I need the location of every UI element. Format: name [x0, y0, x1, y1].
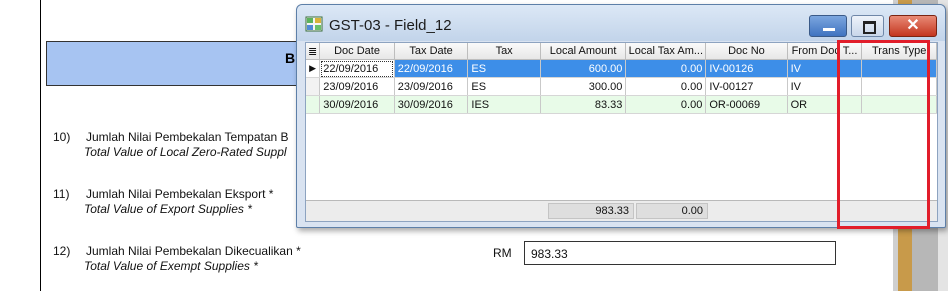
cell-trans-type[interactable]: [861, 59, 937, 78]
transaction-grid[interactable]: ≣ Doc Date Tax Date Tax Local Amount Loc…: [305, 42, 938, 222]
cell-local-tax[interactable]: 0.00: [625, 95, 707, 114]
window-title: GST-03 - Field_12: [329, 17, 452, 34]
table-row[interactable]: 23/09/2016 23/09/2016 ES 300.00 0.00 IV-…: [306, 77, 937, 96]
rm-currency-label: RM: [493, 246, 512, 260]
column-header-local-tax[interactable]: Local Tax Am...: [625, 43, 707, 60]
cell-doc-no[interactable]: IV-00126: [705, 59, 788, 78]
column-header-tax[interactable]: Tax: [467, 43, 541, 60]
cell-tax-date[interactable]: 23/09/2016: [394, 77, 469, 96]
cell-local-amount[interactable]: 300.00: [540, 77, 627, 96]
column-header-from-doc[interactable]: From Doc T...: [787, 43, 863, 60]
question-number: 12): [53, 244, 71, 258]
maximize-icon: [863, 21, 876, 34]
total-local-amount: 983.33: [548, 203, 634, 219]
cell-from-doc[interactable]: OR: [787, 95, 863, 114]
maximize-button[interactable]: [851, 15, 884, 37]
minimize-button[interactable]: [809, 15, 847, 37]
column-header-local-amount[interactable]: Local Amount: [540, 43, 627, 60]
question-malay: Jumlah Nilai Pembekalan Eksport *: [86, 187, 274, 201]
cell-from-doc[interactable]: IV: [787, 59, 863, 78]
cell-tax[interactable]: ES: [467, 77, 541, 96]
row-indicator-icon: [306, 77, 321, 96]
cell-local-amount[interactable]: 600.00: [540, 59, 627, 78]
cell-doc-date[interactable]: 30/09/2016: [319, 95, 395, 114]
row-indicator-icon: [306, 95, 321, 114]
column-header-doc-no[interactable]: Doc No: [705, 43, 788, 60]
cell-from-doc[interactable]: IV: [787, 77, 863, 96]
close-button[interactable]: ✕: [889, 15, 937, 37]
question-english: Total Value of Export Supplies *: [84, 202, 252, 216]
cell-doc-no[interactable]: OR-00069: [705, 95, 788, 114]
column-header-trans-type[interactable]: Trans Type: [861, 43, 937, 60]
row-indicator-icon: ▶: [306, 59, 321, 78]
form-margin-line: [40, 0, 41, 291]
question-number: 11): [53, 187, 70, 201]
cell-local-tax[interactable]: 0.00: [625, 59, 707, 78]
totals-footer: 983.33 0.00: [306, 200, 937, 221]
total-local-tax: 0.00: [636, 203, 708, 219]
cell-doc-no[interactable]: IV-00127: [705, 77, 788, 96]
data-table: ≣ Doc Date Tax Date Tax Local Amount Loc…: [306, 43, 937, 114]
cell-local-tax[interactable]: 0.00: [625, 77, 707, 96]
column-header-doc-date[interactable]: Doc Date: [319, 43, 395, 60]
cell-tax[interactable]: ES: [467, 59, 541, 78]
question-english: Total Value of Exempt Supplies *: [84, 259, 258, 273]
close-icon: ✕: [906, 17, 920, 34]
question-malay: Jumlah Nilai Pembekalan Dikecualikan *: [86, 244, 301, 258]
table-row[interactable]: 30/09/2016 30/09/2016 IES 83.33 0.00 OR-…: [306, 95, 937, 114]
cell-tax-date[interactable]: 30/09/2016: [394, 95, 469, 114]
header-row: ≣ Doc Date Tax Date Tax Local Amount Loc…: [306, 43, 937, 60]
cell-tax-date[interactable]: 22/09/2016: [394, 59, 469, 78]
question-english: Total Value of Local Zero-Rated Suppl: [84, 145, 287, 159]
minimize-icon: [823, 28, 835, 31]
gst-field-window: GST-03 - Field_12 ✕ ≣ Doc Date Tax Date …: [296, 4, 946, 229]
window-titlebar[interactable]: GST-03 - Field_12 ✕: [297, 5, 945, 41]
cell-tax[interactable]: IES: [467, 95, 541, 114]
table-row[interactable]: ▶ 22/09/2016 22/09/2016 ES 600.00 0.00 I…: [306, 59, 937, 78]
exempt-supplies-field[interactable]: 983.33: [524, 241, 836, 265]
question-malay: Jumlah Nilai Pembekalan Tempatan B: [86, 130, 289, 144]
cell-trans-type[interactable]: [861, 95, 937, 114]
section-header-text: B: [285, 50, 296, 66]
question-number: 10): [53, 130, 71, 144]
app-grid-icon: [305, 16, 323, 32]
cell-doc-date[interactable]: 22/09/2016: [319, 59, 395, 78]
column-header-tax-date[interactable]: Tax Date: [394, 43, 469, 60]
cell-trans-type[interactable]: [861, 77, 937, 96]
cell-local-amount[interactable]: 83.33: [540, 95, 627, 114]
column-chooser-icon[interactable]: ≣: [306, 43, 321, 60]
cell-doc-date[interactable]: 23/09/2016: [319, 77, 395, 96]
